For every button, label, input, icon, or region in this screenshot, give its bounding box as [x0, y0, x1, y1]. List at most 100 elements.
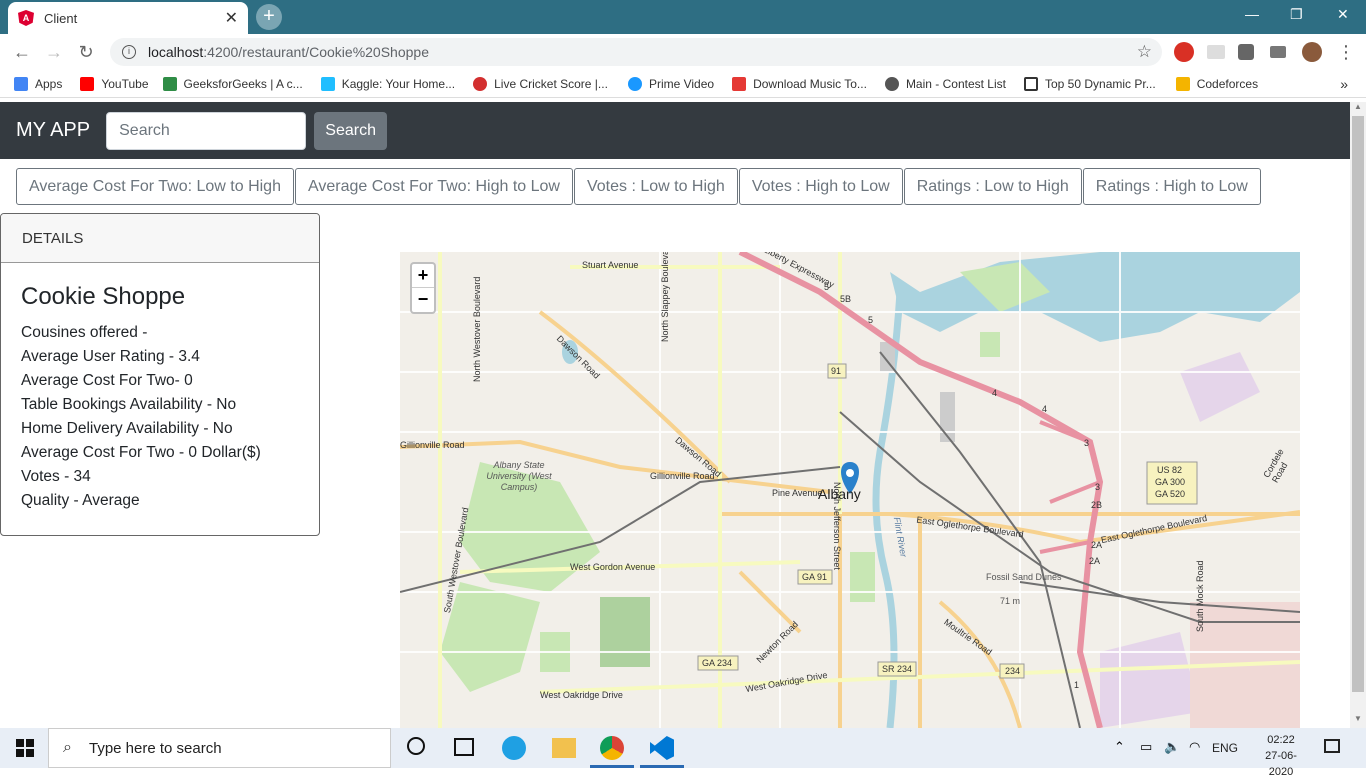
taskbar-search-input[interactable]: ⌕ Type here to search [48, 728, 391, 768]
bookmark-youtube[interactable]: YouTube [80, 76, 149, 91]
star-icon[interactable]: ☆ [1137, 42, 1152, 62]
map-exit-2a-2: 2A [1089, 556, 1101, 566]
media-icon[interactable] [1270, 46, 1286, 58]
bookmark-cricket[interactable]: Live Cricket Score |... [473, 76, 608, 91]
bookmarks-bar: Apps YouTube GeeksforGeeks | A c... Kagg… [0, 70, 1366, 98]
bookmark-dynamic-programming[interactable]: Top 50 Dynamic Pr... [1023, 76, 1156, 91]
map-label-dunes-elevation: 71 m [1000, 596, 1021, 606]
map-label-gillionville: Gillionville Road [650, 471, 715, 481]
detail-cuisines: Cousines offered - [21, 324, 148, 341]
forward-icon[interactable]: → [38, 42, 70, 63]
cricket-icon [473, 76, 488, 91]
search-input[interactable]: Search [106, 111, 307, 150]
scroll-down-icon[interactable]: ▼ [1354, 714, 1362, 723]
info-icon[interactable]: i [122, 45, 136, 59]
cortana-icon[interactable] [407, 737, 425, 755]
apps-icon [14, 76, 28, 91]
search-icon: ⌕ [63, 739, 72, 756]
map-label-mock: South Mock Road [1195, 560, 1205, 632]
clock[interactable]: 02:22 27-06-2020 [1254, 732, 1308, 780]
map-shield-ga91: GA 91 [802, 572, 828, 582]
map-label-gillionville-west: Gillionville Road [400, 440, 465, 450]
map-label-stuart: Stuart Avenue [582, 260, 639, 270]
map-exit-2a: 2A [1091, 540, 1103, 550]
page-scrollbar[interactable]: ▲ ▼ [1350, 102, 1366, 728]
zoom-out-button[interactable]: − [412, 288, 434, 312]
bookmark-geeksforgeeks[interactable]: GeeksforGeeks | A c... [162, 76, 303, 91]
task-view-icon[interactable] [454, 738, 474, 756]
minimize-icon[interactable]: — [1245, 6, 1259, 22]
app-navbar: MY APP Search Search [0, 102, 1350, 159]
browser-tab-strip: A Client ✕ + — ❐ ✕ [0, 0, 1366, 34]
page-icon [1023, 76, 1038, 91]
notifications-icon[interactable] [1324, 739, 1340, 753]
file-explorer-icon[interactable] [552, 738, 576, 758]
map-label-slappey: North Slappey Boulevard [660, 252, 670, 342]
taskbar-search-placeholder: Type here to search [89, 739, 222, 757]
scroll-up-icon[interactable]: ▲ [1354, 102, 1362, 111]
extensions-icon[interactable] [1238, 44, 1254, 60]
map-shield-ga300: GA 300 [1155, 477, 1186, 487]
card-header: DETAILS [1, 214, 319, 263]
map-exit-2b: 2B [1091, 500, 1103, 510]
zoom-in-button[interactable]: + [412, 264, 434, 288]
address-bar-row: ← → ↻ i localhost:4200/restaurant/Cookie… [0, 34, 1366, 70]
map-label-oakridge: West Oakridge Drive [540, 690, 623, 700]
detail-cost-dollar: Average Cost For Two - 0 Dollar($) [21, 444, 261, 461]
adblock-icon[interactable] [1174, 42, 1194, 62]
restore-icon[interactable]: ❐ [1290, 6, 1303, 23]
reload-icon[interactable]: ↻ [70, 42, 102, 63]
map-label-albany: Albany [818, 486, 861, 502]
url-bar[interactable]: i localhost:4200/restaurant/Cookie%20Sho… [110, 38, 1162, 66]
sort-votes-high-low-button[interactable]: Votes : High to Low [738, 168, 903, 205]
map-exit-4b: 4 [1042, 404, 1048, 414]
tray-chevron-icon[interactable]: ⌃ [1114, 739, 1125, 755]
windows-start-icon[interactable] [16, 739, 34, 757]
detail-delivery: Home Delivery Availability - No [21, 420, 233, 437]
download-icon [732, 76, 747, 91]
more-bookmarks-icon[interactable]: » [1340, 76, 1348, 92]
map-view[interactable]: Stuart Avenue Dawson Road Dawson Road No… [400, 252, 1300, 728]
menu-icon[interactable]: ⋮ [1337, 42, 1355, 63]
edge-icon[interactable] [502, 736, 526, 760]
mail-icon[interactable] [1207, 45, 1225, 59]
scrollbar-thumb[interactable] [1352, 116, 1364, 692]
chrome-icon[interactable] [600, 736, 624, 760]
bookmark-contest-list[interactable]: Main - Contest List [884, 76, 1006, 91]
sort-votes-low-high-button[interactable]: Votes : Low to High [573, 168, 738, 205]
map-shield-ga234: GA 234 [702, 658, 733, 668]
detail-votes: Votes - 34 [21, 468, 91, 485]
back-icon[interactable]: ← [6, 42, 38, 63]
bookmark-codeforces[interactable]: Codeforces [1175, 76, 1258, 91]
profile-avatar[interactable] [1302, 42, 1322, 62]
volume-icon[interactable]: 🔈 [1164, 739, 1180, 755]
sort-ratings-low-high-button[interactable]: Ratings : Low to High [903, 168, 1082, 205]
sort-button-group: Average Cost For Two: Low to High Averag… [16, 168, 1262, 205]
new-tab-button[interactable]: + [256, 4, 282, 30]
bookmark-prime-video[interactable]: Prime Video [627, 76, 714, 91]
app-brand[interactable]: MY APP [16, 119, 90, 142]
map-label-gordon: West Gordon Avenue [570, 562, 656, 572]
close-window-icon[interactable]: ✕ [1337, 6, 1349, 23]
clock-date: 27-06-2020 [1265, 750, 1297, 778]
map-exit-3b: 3 [1095, 482, 1101, 492]
battery-icon[interactable]: ▭ [1140, 739, 1152, 755]
map-label-pine: Pine Avenue [772, 488, 823, 498]
vscode-icon[interactable] [650, 736, 674, 760]
browser-tab[interactable]: A Client ✕ [8, 2, 248, 34]
bookmark-apps[interactable]: Apps [14, 76, 62, 91]
clock-time: 02:22 [1267, 734, 1295, 746]
search-button[interactable]: Search [314, 111, 388, 150]
close-tab-icon[interactable]: ✕ [225, 8, 238, 28]
prime-video-icon [627, 76, 642, 91]
windows-taskbar: ⌕ Type here to search ⌃ ▭ 🔈 ◠ ENG 02:22 … [0, 728, 1366, 778]
language-indicator[interactable]: ENG [1212, 728, 1238, 768]
detail-table-booking: Table Bookings Availability - No [21, 396, 237, 413]
sort-cost-high-low-button[interactable]: Average Cost For Two: High to Low [294, 168, 573, 205]
map-label-university: Albany State University (West Campus) [486, 460, 552, 492]
bookmark-download-music[interactable]: Download Music To... [732, 76, 867, 91]
bookmark-kaggle[interactable]: Kaggle: Your Home... [320, 76, 455, 91]
wifi-icon[interactable]: ◠ [1189, 739, 1200, 755]
sort-ratings-high-low-button[interactable]: Ratings : High to Low [1082, 168, 1261, 205]
sort-cost-low-high-button[interactable]: Average Cost For Two: Low to High [16, 168, 294, 205]
